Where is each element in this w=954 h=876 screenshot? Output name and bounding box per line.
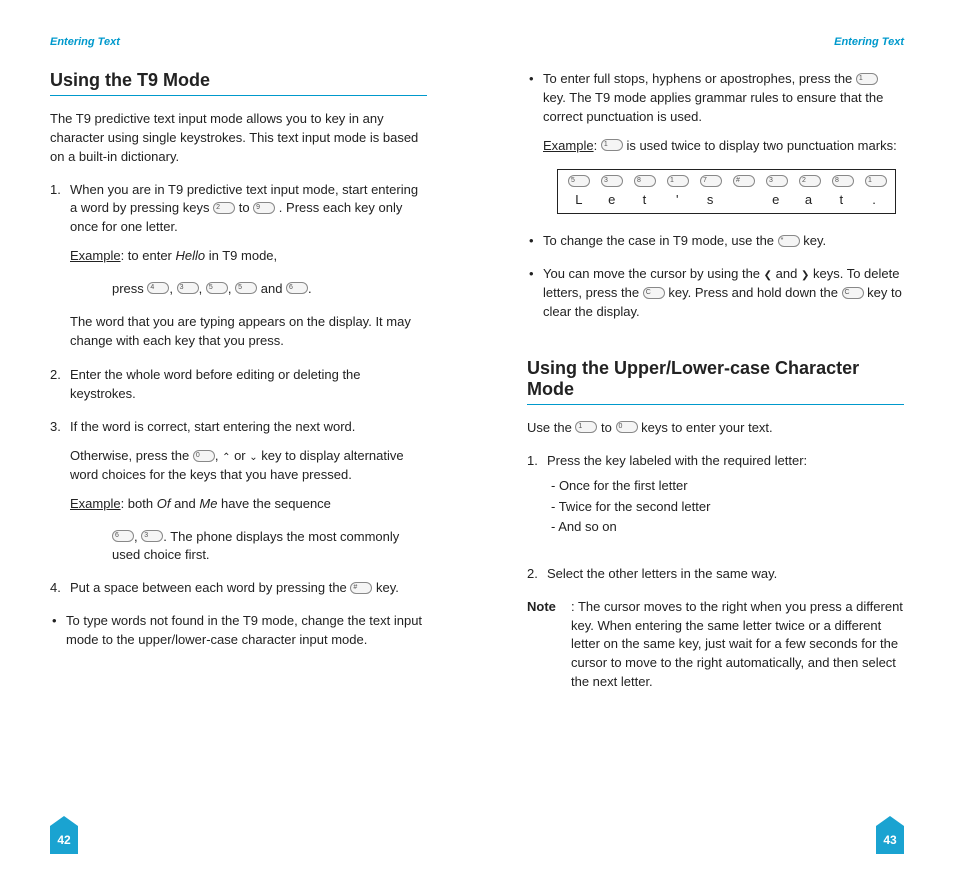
key-1-icon: 1 (856, 73, 878, 85)
upper-lower-intro: Use the 1 to 0 keys to enter your text. (527, 419, 904, 438)
step-4: 4. Put a space between each word by pres… (50, 579, 427, 598)
key-5-icon: 5 (568, 175, 590, 187)
bullet-upper-lower: • To type words not found in the T9 mode… (50, 612, 427, 650)
key-5-icon: 5 (206, 282, 228, 294)
intro-text: The T9 predictive text input mode allows… (50, 110, 427, 167)
key-1-icon: 1 (601, 139, 623, 151)
page-number-right: 43 (876, 826, 904, 854)
heading-rule (50, 95, 427, 96)
key-hash-icon: # (350, 582, 372, 594)
step-1: 1. When you are in T9 predictive text in… (50, 181, 427, 266)
key-9-icon: 9 (253, 202, 275, 214)
example-box: 5 3 8 1 7 # 3 2 8 1 L e t ' s e a t . (557, 169, 896, 214)
heading-upper-lower: Using the Upper/Lower-case Character Mod… (527, 358, 904, 400)
example-letter-row: L e t ' s e a t . (568, 192, 885, 207)
heading-t9-mode: Using the T9 Mode (50, 70, 427, 91)
key-2-icon: 2 (799, 175, 821, 187)
left-page: Entering Text Using the T9 Mode The T9 p… (0, 0, 477, 876)
ul-step-2: 2. Select the other letters in the same … (527, 565, 904, 584)
key-2-icon: 2 (213, 202, 235, 214)
key-3-icon: 3 (766, 175, 788, 187)
key-7-icon: 7 (700, 175, 722, 187)
key-8-icon: 8 (634, 175, 656, 187)
key-1-icon: 1 (667, 175, 689, 187)
example-2: Example: both Of and Me have the sequenc… (70, 495, 427, 514)
key-6-icon: 6 (112, 530, 134, 542)
left-arrow-icon: ❮ (764, 270, 772, 281)
page-header-left: Entering Text (50, 36, 427, 48)
bullet-punctuation: • To enter full stops, hyphens or apostr… (527, 70, 904, 155)
example-3: Example: 1 is used twice to display two … (543, 137, 904, 156)
dash-list: - Once for the first letter - Twice for … (547, 476, 904, 536)
heading-rule (527, 404, 904, 405)
up-arrow-icon: ⌃ (222, 452, 230, 463)
step-3: 3. If the word is correct, start enterin… (50, 418, 427, 513)
bullet-cursor: • You can move the cursor by using the ❮… (527, 265, 904, 322)
example-1-keys: press 4, 3, 5, 5 and 6. (50, 280, 427, 299)
key-8-icon: 8 (832, 175, 854, 187)
key-5-icon: 5 (235, 282, 257, 294)
key-6-icon: 6 (286, 282, 308, 294)
step-1-note: The word that you are typing appears on … (50, 313, 427, 351)
example-1: Example: to enter Hello in T9 mode, (70, 247, 427, 266)
ul-step-1: 1. Press the key labeled with the requir… (527, 452, 904, 551)
key-c-icon: C (643, 287, 665, 299)
bullet-case: • To change the case in T9 mode, use the… (527, 232, 904, 251)
key-c-icon: C (842, 287, 864, 299)
page-number-left: 42 (50, 826, 78, 854)
key-star-icon: * (778, 235, 800, 247)
key-hash-icon: # (733, 175, 755, 187)
key-3-icon: 3 (141, 530, 163, 542)
key-1-icon: 1 (865, 175, 887, 187)
down-arrow-icon: ⌄ (249, 452, 257, 463)
key-3-icon: 3 (601, 175, 623, 187)
note: Note : The cursor moves to the right whe… (527, 598, 904, 692)
example-key-row: 5 3 8 1 7 # 3 2 8 1 (568, 176, 885, 188)
key-3-icon: 3 (177, 282, 199, 294)
key-0-icon: 0 (193, 450, 215, 462)
key-1-icon: 1 (575, 421, 597, 433)
right-page: Entering Text • To enter full stops, hyp… (477, 0, 954, 876)
example-2-keys: 6, 3. The phone displays the most common… (50, 528, 427, 566)
key-4-icon: 4 (147, 282, 169, 294)
step-2: 2. Enter the whole word before editing o… (50, 366, 427, 404)
page-header-right: Entering Text (527, 36, 904, 48)
right-arrow-icon: ❯ (801, 270, 809, 281)
key-0-icon: 0 (616, 421, 638, 433)
